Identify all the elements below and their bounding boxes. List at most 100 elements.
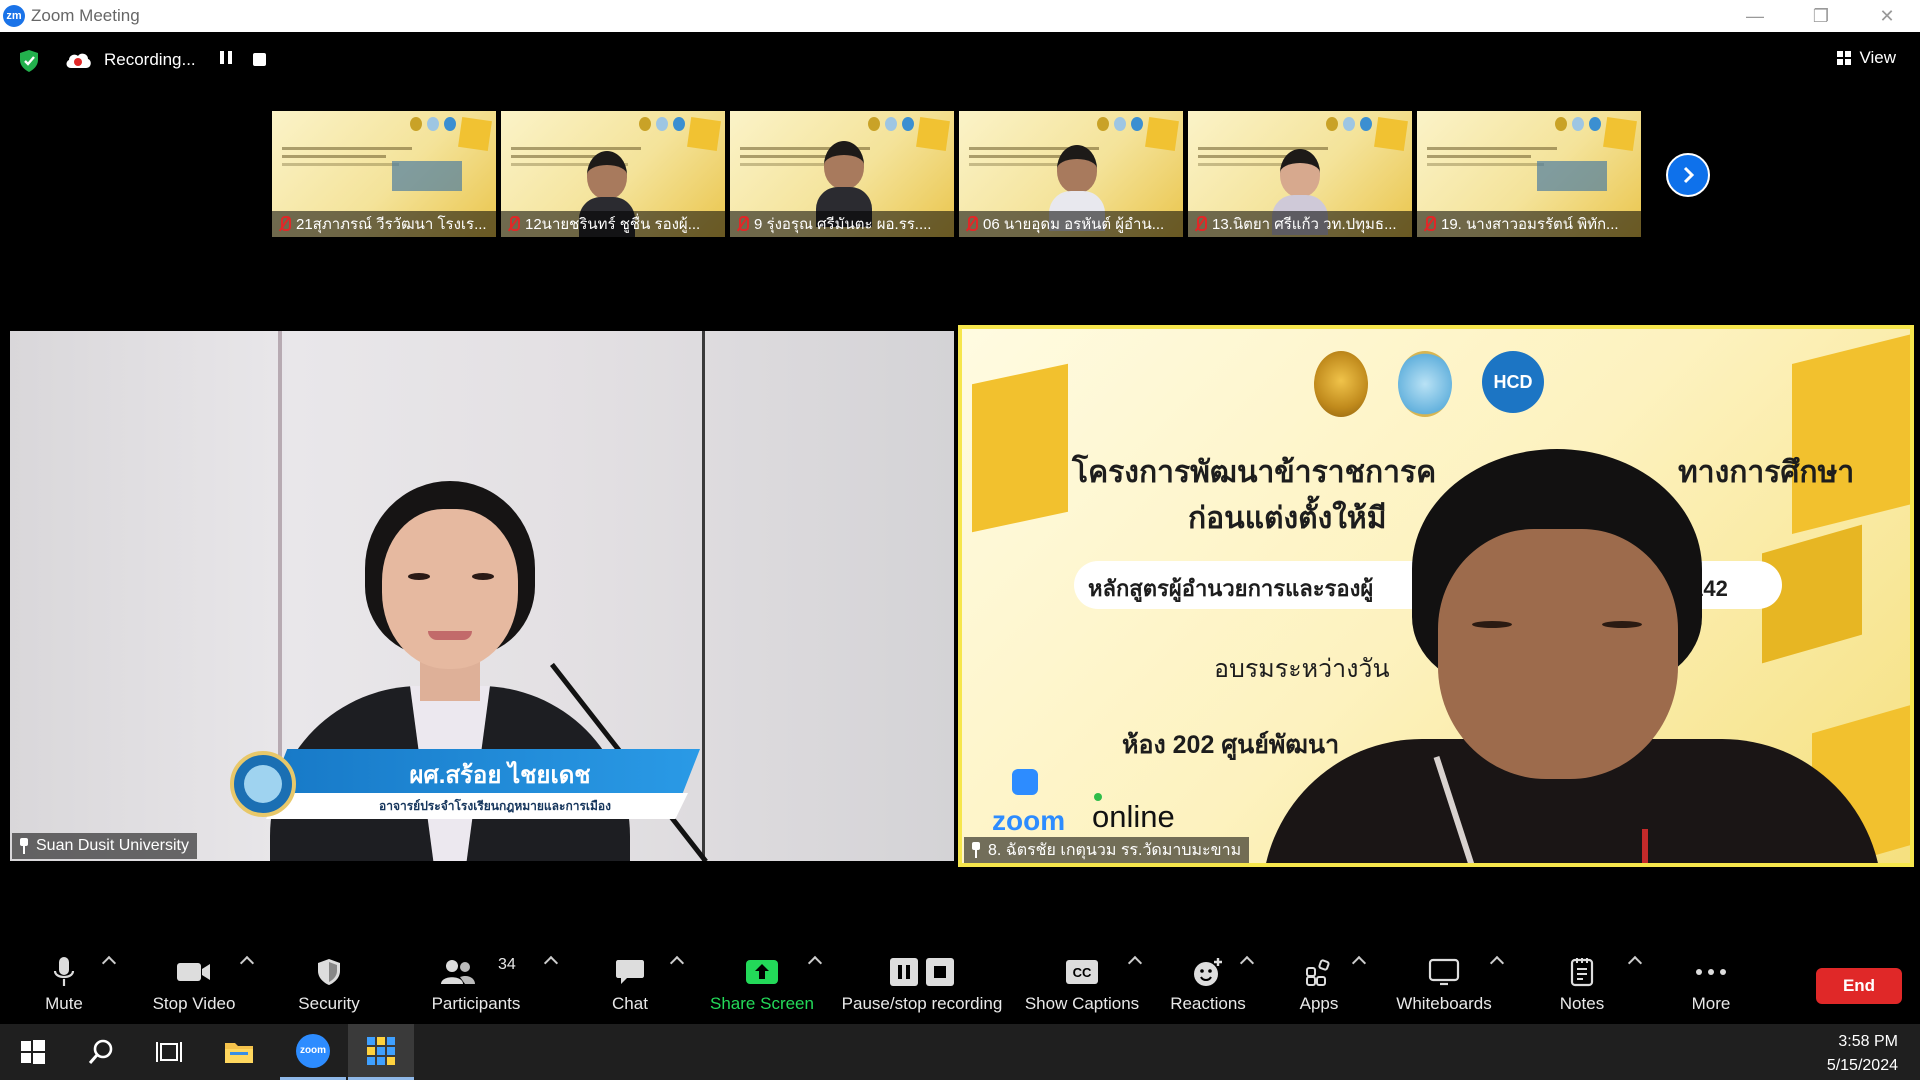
slide-zoom-word: zoom (992, 805, 1066, 836)
muted-mic-icon (277, 215, 291, 233)
view-button[interactable]: View (1837, 48, 1896, 68)
zoom-camera-icon (1012, 769, 1038, 795)
reaction-smiley-icon (1194, 958, 1222, 986)
participant-name: 12นายชรินทร์ ชูชื่น รองผู้... (525, 216, 701, 233)
pause-recording-icon[interactable] (220, 51, 234, 67)
whiteboards-button[interactable]: Whiteboards (1392, 938, 1496, 1024)
participants-options-caret[interactable] (543, 955, 559, 971)
speaker-video-pane[interactable]: ผศ.สร้อย ไชยเดช อาจารย์ประจำโรงเรียนกฎหม… (10, 331, 954, 861)
muted-mic-icon (964, 215, 978, 233)
window-title-bar: zm Zoom Meeting — ❐ ✕ (0, 0, 1920, 32)
security-button[interactable]: Security (292, 938, 366, 1024)
zoom-logo-icon: zoom (296, 1033, 330, 1068)
participant-label: 8. ฉัตรชัย เกตุนวม รร.วัดมาบมะขาม (964, 837, 1250, 863)
speaker-name: ผศ.สร้อย ไชยเดช (409, 762, 591, 789)
participants-label: Participants (431, 994, 521, 1013)
window-title: Zoom Meeting (31, 6, 140, 25)
participant-thumbnail-strip: 21สุภาภรณ์ วีรวัฒนา โรงเร... 12นายชรินทร… (272, 111, 1641, 237)
pause-stop-recording-button[interactable]: Pause/stop recording (836, 938, 1008, 1024)
mute-label: Mute (45, 994, 83, 1013)
share-screen-button[interactable]: Share Screen (710, 938, 814, 1024)
stop-video-button[interactable]: Stop Video (146, 938, 242, 1024)
encryption-shield-icon[interactable] (18, 49, 40, 73)
chevron-right-icon (1683, 166, 1695, 184)
end-meeting-button[interactable]: End (1816, 968, 1902, 1004)
task-view-button[interactable] (136, 1024, 202, 1080)
more-dots-icon (1696, 969, 1726, 975)
stop-video-label: Stop Video (152, 994, 236, 1013)
more-button[interactable]: More (1686, 938, 1736, 1024)
pin-icon (18, 838, 30, 854)
participant-thumbnail[interactable]: 13.นิตยา ศรีแก้ว วท.ปทุมธ... (1188, 111, 1412, 237)
mute-button[interactable]: Mute (34, 938, 94, 1024)
active-speaker-video-pane[interactable]: HCD โครงการพัฒนาข้าราชการค ทางการศึกษา ก… (958, 325, 1914, 867)
muted-mic-icon (506, 215, 520, 233)
apps-label: Apps (1299, 994, 1339, 1013)
muted-mic-icon (735, 215, 749, 233)
next-page-arrow-button[interactable] (1666, 153, 1710, 197)
task-view-icon (156, 1042, 182, 1062)
video-options-caret[interactable] (239, 955, 255, 971)
view-label: View (1859, 48, 1896, 67)
decorative-cube (972, 363, 1068, 533)
close-button[interactable]: ✕ (1854, 0, 1920, 32)
chat-options-caret[interactable] (669, 955, 685, 971)
whiteboards-label: Whiteboards (1396, 994, 1492, 1013)
security-label: Security (298, 994, 360, 1013)
participant-thumbnail[interactable]: 21สุภาภรณ์ วีรวัฒนา โรงเร... (272, 111, 496, 237)
thumbnail-nametag: 9 รุ่งอรุณ ศรีมันตะ ผอ.รร.... (730, 211, 954, 237)
speaker-lower-third: ผศ.สร้อย ไชยเดช อาจารย์ประจำโรงเรียนกฎหม… (230, 749, 700, 829)
closed-captions-icon: CC (1066, 960, 1098, 984)
participant-name: 19. นางสาวอมรรัตน์ พิทัก... (1441, 216, 1619, 233)
thumbnail-nametag: 13.นิตยา ศรีแก้ว วท.ปทุมธ... (1188, 211, 1412, 237)
tiles-app-icon (367, 1036, 395, 1065)
thumbnail-nametag: 06 นายอุดม อรหันต์ ผู้อำน... (959, 211, 1183, 237)
participant-name: 8. ฉัตรชัย เกตุนวม รร.วัดมาบมะขาม (988, 841, 1242, 859)
folder-icon (225, 1043, 253, 1063)
participant-thumbnail[interactable]: 06 นายอุดม อรหันต์ ผู้อำน... (959, 111, 1183, 237)
chat-button[interactable]: Chat (608, 938, 652, 1024)
notes-icon (1570, 958, 1594, 987)
video-camera-icon (177, 963, 210, 981)
participant-name: 9 รุ่งอรุณ ศรีมันตะ ผอ.รร.... (754, 216, 932, 233)
notes-options-caret[interactable] (1627, 955, 1643, 971)
zoom-taskbar-button[interactable]: zoom (280, 1024, 346, 1080)
microphone-icon (53, 957, 75, 986)
restore-button[interactable]: ❐ (1788, 0, 1854, 32)
security-shield-icon (318, 959, 340, 985)
app-taskbar-button[interactable] (348, 1024, 414, 1080)
chat-label: Chat (612, 994, 648, 1013)
file-explorer-button[interactable] (206, 1024, 272, 1080)
participant-thumbnail[interactable]: 9 รุ่งอรุณ ศรีมันตะ ผอ.รร.... (730, 111, 954, 237)
pin-icon (970, 842, 982, 858)
university-emblem-logo (1398, 351, 1452, 417)
audio-options-caret[interactable] (101, 955, 117, 971)
system-clock[interactable]: 3:58 PM 5/15/2024 (1827, 1030, 1898, 1078)
participant-name: 06 นายอุดม อรหันต์ ผู้อำน... (983, 216, 1165, 233)
participant-thumbnail[interactable]: 19. นางสาวอมรรัตน์ พิทัก... (1417, 111, 1641, 237)
apps-options-caret[interactable] (1351, 955, 1367, 971)
ministry-emblem-logo (1314, 351, 1368, 417)
pause-stop-recording-label: Pause/stop recording (841, 994, 1003, 1013)
thumbnail-nametag: 19. นางสาวอมรรัตน์ พิทัก... (1417, 211, 1641, 237)
stop-icon (926, 958, 954, 986)
stop-recording-icon[interactable] (253, 53, 266, 66)
start-button[interactable] (0, 1024, 66, 1080)
participants-icon (441, 960, 475, 984)
reactions-label: Reactions (1170, 994, 1246, 1013)
pause-icon (890, 958, 918, 986)
apps-button[interactable]: Apps (1292, 938, 1346, 1024)
wall-seam (702, 331, 705, 861)
participant-name: 13.นิตยา ศรีแก้ว วท.ปทุมธ... (1212, 216, 1397, 233)
thumbnail-nametag: 21สุภาภรณ์ วีรวัฒนา โรงเร... (272, 211, 496, 237)
clock-time: 3:58 PM (1838, 1033, 1898, 1050)
show-captions-button[interactable]: CC Show Captions (1024, 938, 1140, 1024)
whiteboard-icon (1428, 958, 1460, 986)
reactions-button[interactable]: Reactions (1168, 938, 1248, 1024)
taskbar-search-button[interactable] (68, 1024, 134, 1080)
notes-button[interactable]: Notes (1556, 938, 1608, 1024)
participant-thumbnail[interactable]: 12นายชรินทร์ ชูชื่น รองผู้... (501, 111, 725, 237)
minimize-button[interactable]: — (1722, 0, 1788, 32)
participants-button[interactable]: Participants (426, 938, 526, 1024)
university-seal-logo (230, 751, 296, 817)
